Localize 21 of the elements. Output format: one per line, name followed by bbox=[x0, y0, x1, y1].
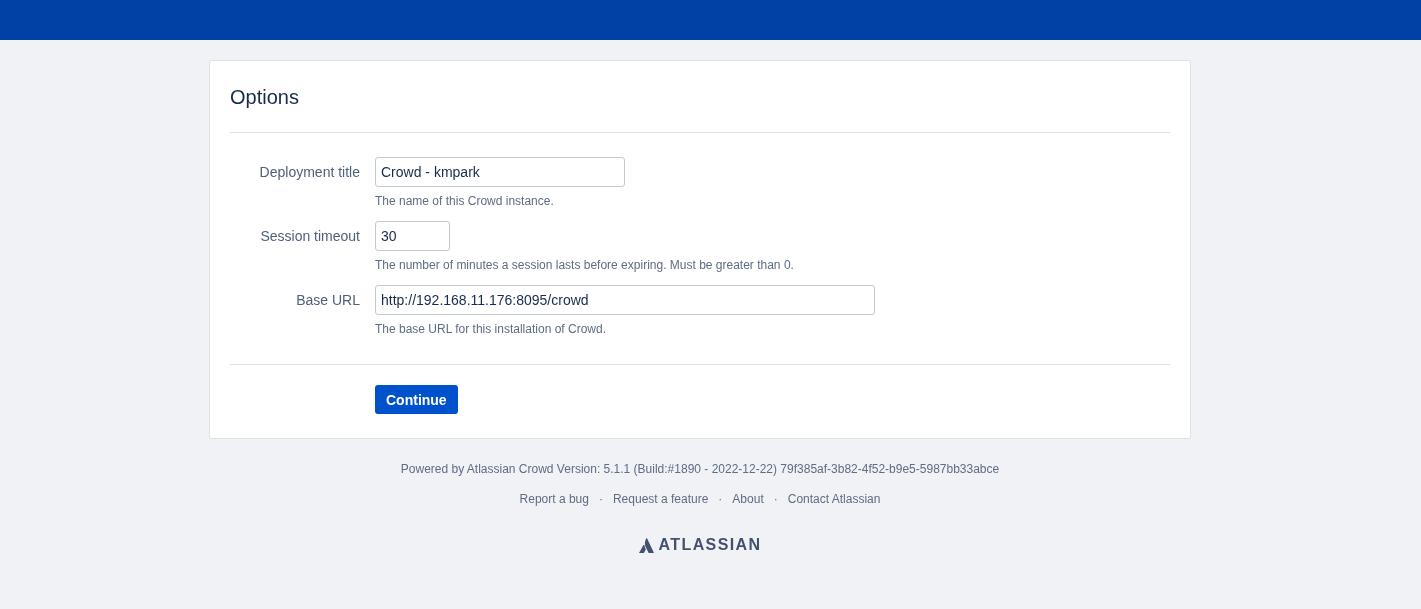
help-text: The name of this Crowd instance. bbox=[375, 194, 555, 208]
field-label: Session timeout bbox=[259, 227, 360, 246]
help-text: The number of minutes a session lasts before expiring. Must be greater than 0. bbox=[375, 258, 794, 272]
continue-button[interactable]: Continue bbox=[375, 385, 458, 414]
link-separator: · bbox=[773, 491, 778, 507]
footer-link[interactable]: About bbox=[732, 491, 764, 507]
footer-link[interactable]: Request a feature bbox=[612, 491, 709, 507]
logo-icon bbox=[638, 537, 654, 553]
logo-wordmark: ATLASSIAN bbox=[658, 536, 762, 554]
footer-link[interactable]: Report a bug bbox=[519, 491, 589, 507]
field-label: Deployment title bbox=[258, 163, 360, 182]
input-field[interactable]: http://192.168.11.176:8095/crowd bbox=[375, 285, 875, 315]
link-separator: · bbox=[718, 491, 723, 507]
footer-link[interactable]: Contact Atlassian bbox=[787, 491, 881, 507]
link-separator: · bbox=[598, 491, 603, 507]
input-field[interactable]: Crowd - kmpark bbox=[375, 157, 625, 187]
panel-title: Options bbox=[230, 85, 300, 110]
help-text: The base URL for this installation of Crowd. bbox=[375, 322, 607, 336]
input-field[interactable]: 30 bbox=[375, 221, 450, 251]
field-label: Base URL bbox=[295, 291, 360, 310]
version-text: Powered by Atlassian Crowd Version: 5.1.1 (Build:#1890 - 2022-12-22) 79f385af-3b82-4f52-b9e5-5987bb33abce bbox=[400, 461, 1000, 477]
